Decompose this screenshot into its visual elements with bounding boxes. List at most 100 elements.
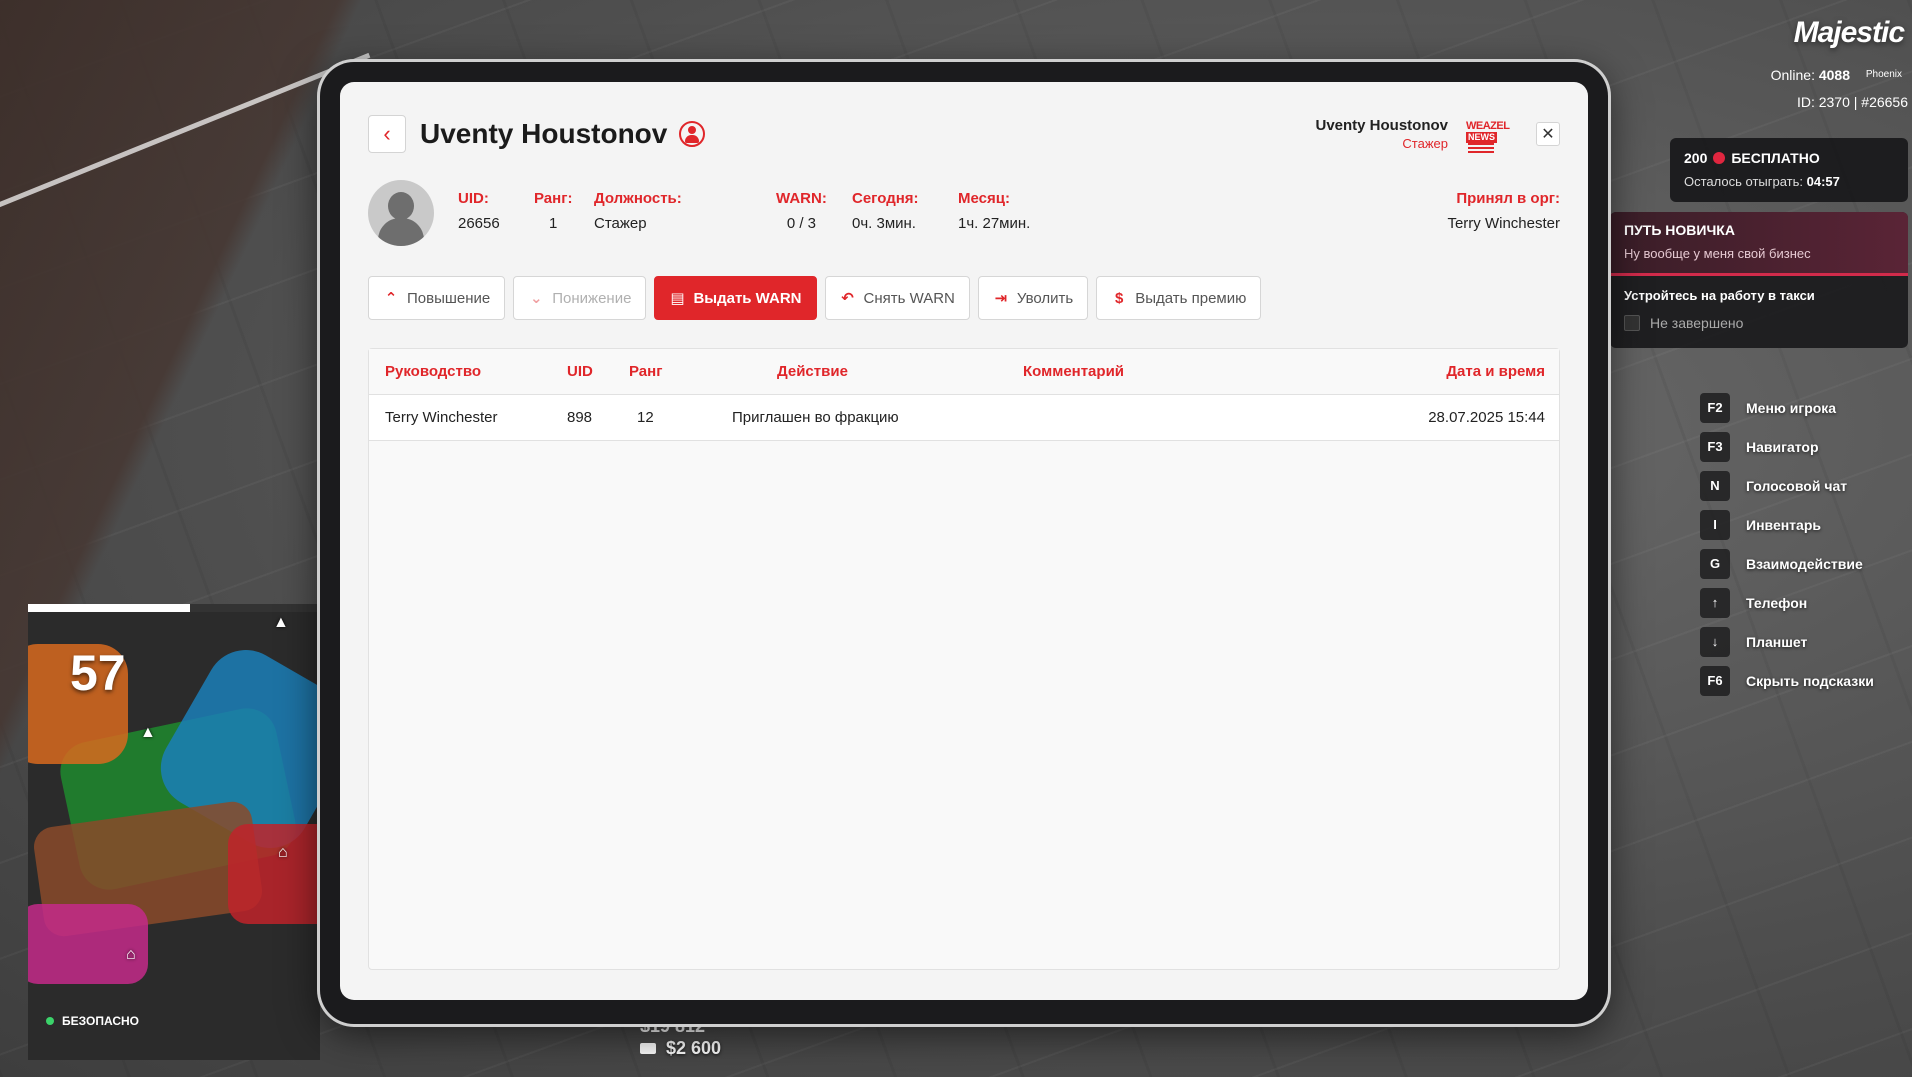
demote-button[interactable]: ⌄ Понижение <box>513 276 647 320</box>
key-badge: N <box>1700 470 1730 501</box>
page-title: Uventy Houstonov <box>420 118 668 149</box>
tablet-frame: ‹ Uventy Houstonov Uventy Houstonov Стаж… <box>320 62 1608 1024</box>
quest-status: Не завершено <box>1610 303 1908 331</box>
cell-rank: 12 <box>637 409 654 426</box>
dollar-coin-icon: $ <box>1115 289 1124 307</box>
player-id: ID: 2370 | #26656 <box>1796 94 1908 110</box>
info-month: Месяц: 1ч. 27мин. <box>958 190 1031 232</box>
quest-task: Устройтесь на работу в такси <box>1624 288 1815 303</box>
hint-label: Меню игрока <box>1746 399 1837 416</box>
demote-label: Понижение <box>552 289 632 307</box>
member-info: UID: 26656 Ранг: 1 Должность: Стажер WAR… <box>368 180 1560 250</box>
col-action: Действие <box>777 363 848 380</box>
online-counter: Online: 4088 <box>1770 67 1850 83</box>
col-datetime: Дата и время <box>1446 363 1545 380</box>
shirt-icon: ▲ <box>140 724 156 741</box>
quest-panel: ПУТЬ НОВИЧКА Ну вообще у меня свой бизне… <box>1610 212 1908 348</box>
info-uid: UID: 26656 <box>458 190 500 232</box>
info-rank: Ранг: 1 <box>534 190 573 232</box>
bonus-remaining-time: 04:57 <box>1806 174 1840 189</box>
quest-title: ПУТЬ НОВИЧКА <box>1624 222 1735 238</box>
info-warn: WARN: 0 / 3 <box>776 190 827 232</box>
hint-label: Голосовой чат <box>1746 477 1848 494</box>
promote-label: Повышение <box>407 289 491 307</box>
shirt-icon: ▲ <box>273 614 289 631</box>
checkbox-icon <box>1624 315 1640 331</box>
key-badge: F3 <box>1700 431 1730 462</box>
col-uid: UID <box>567 363 593 380</box>
minimap: 57 ▲ ▲ ⌂ ⌂ БЕЗОПАСНО <box>28 604 320 1060</box>
info-position: Должность: Стажер <box>594 190 682 232</box>
brand-logo: Majestic <box>1793 16 1905 49</box>
warning-document-icon: ▤ <box>670 290 685 307</box>
hint-tablet: ↓ Планшет <box>1700 622 1874 661</box>
col-comment: Комментарий <box>1023 363 1125 380</box>
bonus-amount: 200 <box>1684 150 1708 166</box>
cell-datetime: 28.07.2025 15:44 <box>1428 409 1545 426</box>
hint-phone: ↑ Телефон <box>1700 583 1874 622</box>
hint-player-menu: F2 Меню игрока <box>1700 388 1874 427</box>
quest-status-label: Не завершено <box>1650 315 1744 331</box>
profile-header: ‹ Uventy Houstonov Uventy Houstonov Стаж… <box>368 114 1560 154</box>
info-today: Сегодня: 0ч. 3мин. <box>852 190 919 232</box>
remove-warn-label: Снять WARN <box>863 289 955 307</box>
user-icon <box>679 121 706 147</box>
cash-value: $2 600 <box>666 1038 722 1058</box>
current-user-name: Uventy Houstonov <box>1315 117 1448 134</box>
server-name: Phoenix <box>1865 69 1902 80</box>
key-badge: F2 <box>1700 392 1730 423</box>
arrow-down-icon: ⌄ <box>529 290 543 307</box>
zone-red <box>228 824 320 924</box>
health-bar <box>28 604 320 612</box>
hint-label: Скрыть подсказки <box>1746 672 1874 689</box>
undo-icon: ↶ <box>841 290 854 307</box>
zone-status-label: БЕЗОПАСНО <box>62 1014 139 1028</box>
shop-icon: ⌂ <box>278 844 288 861</box>
avatar <box>368 180 434 246</box>
cash-icon <box>640 1043 656 1054</box>
safe-dot-icon <box>46 1017 54 1025</box>
weazel-news-logo: WEAZEL NEWS <box>1466 121 1518 153</box>
zone-safe-indicator: БЕЗОПАСНО <box>46 1014 139 1028</box>
hint-interaction: G Взаимодействие <box>1700 544 1874 583</box>
give-bonus-button[interactable]: $ Выдать премию <box>1096 276 1262 320</box>
give-bonus-label: Выдать премию <box>1135 289 1247 307</box>
key-badge: ↓ <box>1700 626 1730 657</box>
exit-person-icon: ⇥ <box>994 290 1008 307</box>
cash-money: $2 600 <box>640 1038 721 1059</box>
promote-button[interactable]: ⌃ Повышение <box>368 276 506 320</box>
key-badge: F6 <box>1700 665 1730 696</box>
give-warn-button[interactable]: ▤ Выдать WARN <box>654 276 817 320</box>
table-header: Руководство UID Ранг Действие Комментари… <box>369 349 1559 395</box>
fire-button[interactable]: ⇥ Уволить <box>977 276 1089 320</box>
current-user-role: Стажер <box>1402 136 1448 151</box>
col-rank: Ранг <box>629 363 663 380</box>
cell-action: Приглашен во фракцию <box>732 409 899 426</box>
col-leader: Руководство <box>385 363 482 380</box>
arrow-up-icon: ⌃ <box>384 290 398 307</box>
remove-warn-button[interactable]: ↶ Снять WARN <box>824 276 970 320</box>
close-button[interactable]: ✕ <box>1536 122 1560 146</box>
cell-uid: 898 <box>567 409 593 426</box>
info-accepted-by: Принял в орг: Terry Winchester <box>1447 190 1560 232</box>
hint-label: Инвентарь <box>1746 516 1821 533</box>
hint-label: Взаимодействие <box>1746 555 1863 572</box>
zone-pink <box>28 904 148 984</box>
give-warn-label: Выдать WARN <box>693 289 802 307</box>
speedometer: 57 <box>70 645 126 701</box>
tablet-screen: ‹ Uventy Houstonov Uventy Houstonov Стаж… <box>340 82 1588 1000</box>
hint-label: Планшет <box>1746 633 1808 650</box>
hint-inventory: I Инвентарь <box>1700 505 1874 544</box>
key-badge: G <box>1700 548 1730 579</box>
action-buttons: ⌃ Повышение ⌄ Понижение ▤ Выдать WARN ↶ … <box>368 276 1262 320</box>
hint-label: Телефон <box>1746 594 1808 611</box>
back-button[interactable]: ‹ <box>368 115 406 153</box>
hint-label: Навигатор <box>1746 438 1819 455</box>
close-icon: ✕ <box>1541 126 1555 143</box>
hint-voice-chat: N Голосовой чат <box>1700 466 1874 505</box>
coin-icon <box>1713 152 1726 164</box>
history-table: Руководство UID Ранг Действие Комментари… <box>368 348 1560 970</box>
bonus-remaining-label: Осталось отыграть: <box>1684 174 1803 189</box>
bonus-label: БЕСПЛАТНО <box>1731 150 1820 166</box>
key-hints: F2 Меню игрока F3 Навигатор N Голосовой чат… <box>1700 388 1874 700</box>
